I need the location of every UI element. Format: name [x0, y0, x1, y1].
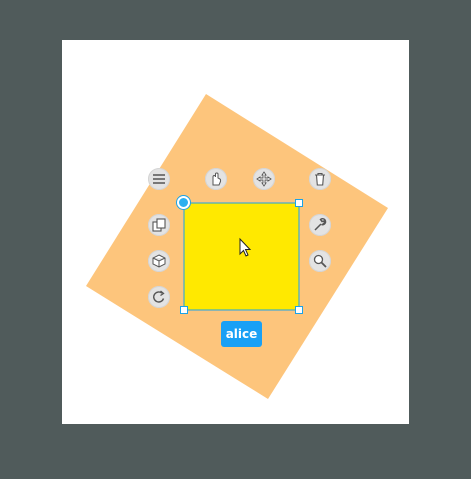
resize-handle-top-right[interactable]: [295, 199, 303, 207]
resize-handle-bottom-right[interactable]: [295, 306, 303, 314]
duplicate-icon: [152, 218, 166, 232]
selected-square-shape[interactable]: [184, 203, 299, 310]
duplicate-button[interactable]: [148, 214, 170, 236]
zoom-button[interactable]: [309, 250, 331, 272]
rotate-handle[interactable]: [177, 196, 190, 209]
cube-icon: [152, 254, 166, 268]
collaborator-label: alice: [221, 321, 262, 347]
properties-button[interactable]: [309, 214, 331, 236]
hand-icon: [212, 172, 222, 186]
hand-button[interactable]: [205, 168, 227, 190]
resize-handle-bottom-left[interactable]: [180, 306, 188, 314]
arrange-button[interactable]: [148, 250, 170, 272]
delete-button[interactable]: [309, 168, 331, 190]
rotate-icon: [153, 290, 165, 303]
zoom-icon: [313, 254, 327, 268]
trash-icon: [315, 172, 325, 186]
rotate-button[interactable]: [148, 286, 170, 308]
shape-layer: [86, 94, 388, 399]
move-button[interactable]: [253, 168, 275, 190]
move-icon: [256, 171, 272, 187]
menu-button[interactable]: [148, 168, 170, 190]
wrench-icon: [314, 217, 327, 231]
menu-icon: [153, 174, 165, 184]
